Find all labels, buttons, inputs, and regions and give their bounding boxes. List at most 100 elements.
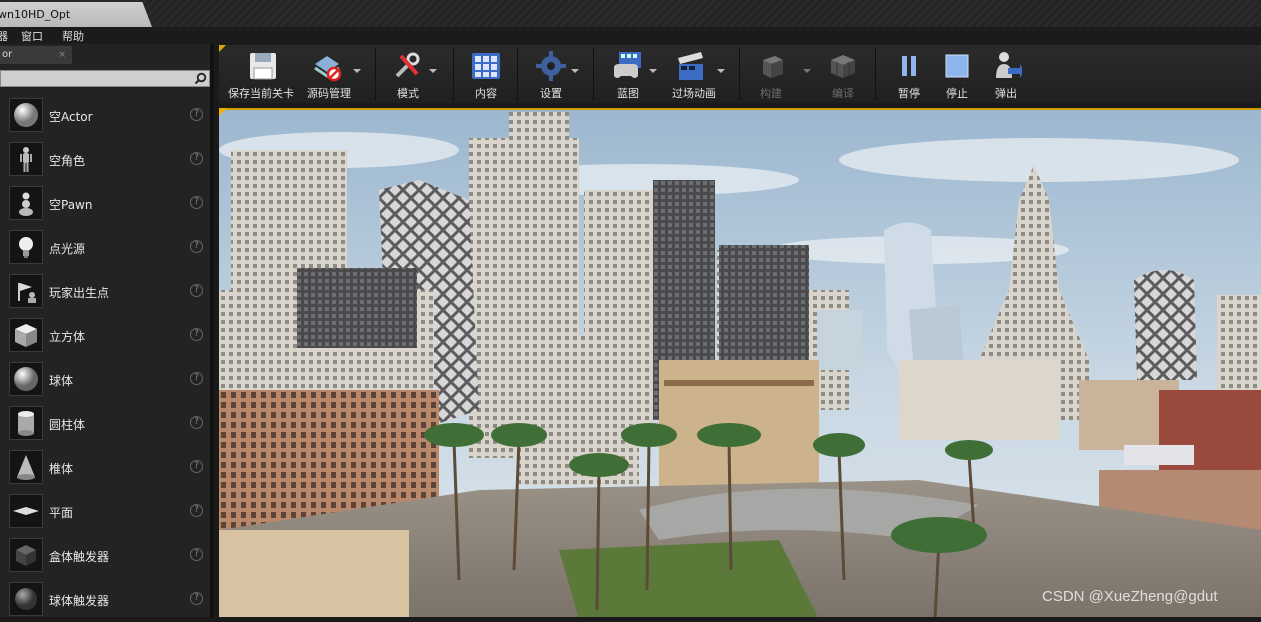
help-icon[interactable]: ?: [190, 240, 203, 253]
mannequin-icon: [9, 142, 43, 176]
close-icon[interactable]: ×: [58, 46, 66, 64]
sphere-icon: [9, 98, 43, 132]
scrollbar[interactable]: [210, 44, 214, 617]
help-icon[interactable]: ?: [190, 152, 203, 165]
list-item-label: 点光源: [49, 242, 86, 256]
list-item-label: 球体: [49, 374, 74, 388]
sphere-trigger-icon: [9, 582, 43, 616]
help-icon[interactable]: ?: [190, 460, 203, 473]
chevron-down-icon[interactable]: [649, 69, 657, 73]
modes-icon: [395, 52, 420, 78]
level-tab-title: wn10HD_Opt: [0, 8, 71, 21]
list-item[interactable]: 玩家出生点 ?: [0, 270, 214, 314]
blueprint-icon: [614, 52, 641, 78]
help-icon[interactable]: ?: [190, 416, 203, 429]
list-item[interactable]: 椎体 ?: [0, 446, 214, 490]
compile-label: 编译: [832, 87, 854, 100]
cinematics-icon: [678, 52, 703, 80]
content-label: 内容: [475, 87, 497, 100]
modes-label: 模式: [397, 87, 419, 100]
list-item-label: 椎体: [49, 462, 74, 476]
chevron-down-icon[interactable]: [571, 69, 579, 73]
list-item[interactable]: 立方体 ?: [0, 314, 214, 358]
eject-button[interactable]: 弹出: [987, 45, 1025, 103]
place-actors-panel: or × 空Actor ? 空角色 ? 空Pawn ? 点光源 ? 玩家出生点 …: [0, 44, 214, 617]
watermark-text: CSDN @XueZheng@gdut: [1042, 588, 1218, 605]
source-control-icon: [314, 56, 342, 82]
build-button[interactable]: 构建: [751, 45, 811, 103]
pause-icon: [902, 56, 916, 76]
cinematics-label: 过场动画: [672, 87, 716, 100]
compile-icon: [831, 55, 855, 78]
sphere-icon: [9, 362, 43, 396]
cone-icon: [9, 450, 43, 484]
blueprints-button[interactable]: 蓝图: [597, 45, 659, 103]
search-icon[interactable]: [194, 72, 207, 85]
box-trigger-icon: [9, 538, 43, 572]
list-item-label: 平面: [49, 506, 74, 520]
toolbar-divider: [375, 47, 376, 101]
save-level-label: 保存当前关卡: [228, 87, 294, 100]
help-icon[interactable]: ?: [190, 328, 203, 341]
cinematics-button[interactable]: 过场动画: [663, 45, 725, 103]
title-bar: wn10HD_Opt: [0, 0, 1261, 27]
list-item-label: 空Actor: [49, 110, 93, 124]
list-item[interactable]: 球体 ?: [0, 358, 214, 402]
list-item[interactable]: 点光源 ?: [0, 226, 214, 270]
compile-button[interactable]: 编译: [823, 45, 863, 103]
eject-icon: [996, 52, 1022, 78]
cube-icon: [9, 318, 43, 352]
stop-icon: [945, 54, 969, 78]
chevron-down-icon[interactable]: [717, 69, 725, 73]
search-input[interactable]: [0, 70, 210, 87]
list-item[interactable]: 球体触发器 ?: [0, 578, 214, 622]
cylinder-icon: [9, 406, 43, 440]
settings-label: 设置: [540, 87, 562, 100]
stop-button[interactable]: 停止: [939, 45, 975, 103]
help-icon[interactable]: ?: [190, 196, 203, 209]
settings-button[interactable]: 设置: [519, 45, 583, 103]
menu-item-window[interactable]: 窗口: [21, 28, 43, 44]
help-icon[interactable]: ?: [190, 592, 203, 605]
help-icon[interactable]: ?: [190, 548, 203, 561]
chevron-down-icon[interactable]: [353, 69, 361, 73]
toolbar-divider: [739, 47, 740, 101]
list-item[interactable]: 盒体触发器 ?: [0, 534, 214, 578]
menu-item-help[interactable]: 帮助: [62, 28, 84, 44]
panel-tab[interactable]: or ×: [0, 46, 72, 64]
stop-label: 停止: [946, 87, 968, 100]
source-control-label: 源码管理: [307, 87, 351, 100]
list-item-label: 空Pawn: [49, 198, 93, 212]
modes-button[interactable]: 模式: [379, 45, 437, 103]
toolbar-divider: [875, 47, 876, 101]
pause-label: 暂停: [898, 87, 920, 100]
help-icon[interactable]: ?: [190, 284, 203, 297]
level-tab[interactable]: wn10HD_Opt: [0, 2, 152, 27]
main-toolbar: 保存当前关卡 源码管理 模式 内容 设置 蓝图 过场动画 构建 编译 暂停 停止…: [219, 45, 1261, 103]
list-item[interactable]: 平面 ?: [0, 490, 214, 534]
list-item[interactable]: 空Actor ?: [0, 94, 214, 138]
content-icon: [472, 53, 500, 79]
lightbulb-icon: [9, 230, 43, 264]
settings-icon: [536, 51, 566, 81]
list-item-label: 盒体触发器: [49, 550, 110, 564]
save-level-button[interactable]: 保存当前关卡: [223, 45, 299, 103]
list-item-label: 球体触发器: [49, 594, 110, 608]
level-viewport[interactable]: [219, 108, 1261, 617]
chevron-down-icon[interactable]: [429, 69, 437, 73]
toolbar-divider: [593, 47, 594, 101]
help-icon[interactable]: ?: [190, 504, 203, 517]
chevron-down-icon[interactable]: [803, 69, 811, 73]
source-control-button[interactable]: 源码管理: [301, 45, 361, 103]
help-icon[interactable]: ?: [190, 108, 203, 121]
list-item[interactable]: 空Pawn ?: [0, 182, 214, 226]
help-icon[interactable]: ?: [190, 372, 203, 385]
menu-item-partial[interactable]: 器: [0, 28, 8, 44]
list-item-label: 立方体: [49, 330, 86, 344]
pause-button[interactable]: 暂停: [891, 45, 927, 103]
list-item[interactable]: 圆柱体 ?: [0, 402, 214, 446]
list-item[interactable]: 空角色 ?: [0, 138, 214, 182]
panel-tab-label: or: [2, 49, 13, 60]
content-button[interactable]: 内容: [457, 45, 515, 103]
plane-icon: [9, 494, 43, 528]
